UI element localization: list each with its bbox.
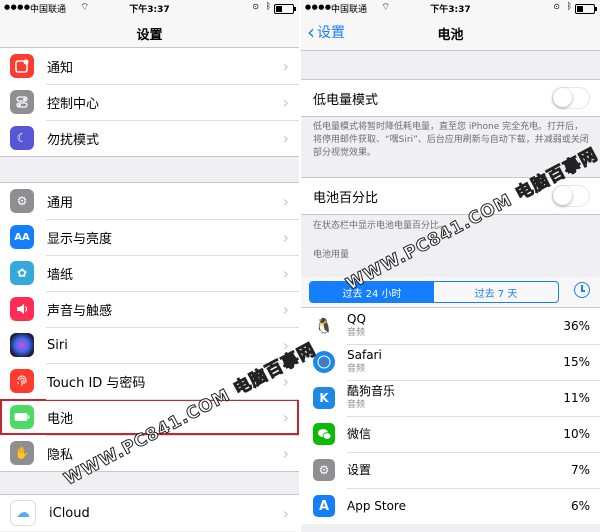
bluetooth-icon: ᛒ xyxy=(265,2,271,12)
settings-row-do-not-disturb[interactable]: ☾ 勿扰模式 › xyxy=(0,120,299,156)
app-store-icon: A xyxy=(313,495,335,517)
battery-status-icon xyxy=(575,4,597,14)
settings-screen: ●●●●○ 中国联通 ⌔ 下午3:37 ⊙ ᛒ 设置 通知 › 控制中心 › ☾… xyxy=(0,0,299,532)
gear-icon: ⚙ xyxy=(313,459,335,481)
moon-icon: ☾ xyxy=(10,126,34,150)
row-label: 控制中心 xyxy=(47,96,100,112)
chevron-right-icon: › xyxy=(282,503,289,523)
app-activity: 音频 xyxy=(347,364,366,374)
chevron-right-icon: › xyxy=(282,227,289,247)
app-name: 酷狗音乐 xyxy=(347,384,396,398)
settings-row-general[interactable]: ⚙ 通用 › xyxy=(0,183,299,219)
speaker-icon xyxy=(10,297,34,321)
clock-icon[interactable] xyxy=(574,282,590,298)
app-name-block: 酷狗音乐 音频 xyxy=(347,384,563,412)
app-percent: 10% xyxy=(563,427,590,441)
row-label: Siri xyxy=(47,337,68,353)
settings-row-wallpaper[interactable]: ✿ 墙纸 › xyxy=(0,255,299,291)
app-name: 微信 xyxy=(347,427,372,441)
battery-icon xyxy=(10,405,34,429)
settings-group-1: 通知 › 控制中心 › ☾ 勿扰模式 › xyxy=(0,47,299,157)
settings-row-control-center[interactable]: 控制中心 › xyxy=(0,84,299,120)
status-bar: ●●●●○ 中国联通 ⌔ 下午3:37 ⊙ ᛒ xyxy=(0,0,299,16)
low-power-mode-switch[interactable] xyxy=(552,87,590,109)
usage-row-kugou[interactable]: K 酷狗音乐 音频 11% xyxy=(301,380,600,416)
segment-last-7-days[interactable]: 过去 7 天 xyxy=(434,282,558,302)
app-name-block: QQ 音频 xyxy=(347,312,563,340)
app-name: QQ xyxy=(347,312,366,326)
settings-row-icloud[interactable]: ☁ iCloud › xyxy=(0,495,299,531)
app-percent: 15% xyxy=(563,355,590,369)
chevron-right-icon: › xyxy=(282,407,289,427)
wallpaper-icon: ✿ xyxy=(10,261,34,285)
chevron-right-icon: › xyxy=(282,263,289,283)
usage-row-app-store[interactable]: A App Store 6% xyxy=(301,488,600,524)
settings-row-siri[interactable]: Siri › xyxy=(0,327,299,363)
nav-bar: 设置 xyxy=(0,16,299,51)
battery-usage-header: 电池用量 xyxy=(313,250,350,260)
chevron-right-icon: › xyxy=(282,128,289,148)
nav-bar: ‹ 设置 电池 xyxy=(301,16,600,51)
bluetooth-icon: ᛒ xyxy=(566,2,572,12)
orientation-lock-icon: ⊙ xyxy=(553,2,560,11)
row-label: iCloud xyxy=(49,505,90,521)
kugou-k-icon: K xyxy=(313,387,335,409)
notifications-icon xyxy=(10,54,34,78)
chevron-right-icon: › xyxy=(282,92,289,112)
switch-knob xyxy=(553,88,572,107)
icloud-icon: ☁ xyxy=(10,500,36,526)
usage-row-safari[interactable]: Safari 音频 15% xyxy=(301,344,600,380)
settings-group-3: ☁ iCloud › xyxy=(0,494,299,531)
display-brightness-icon: AA xyxy=(10,225,34,249)
page-title: 设置 xyxy=(136,28,163,43)
usage-row-settings[interactable]: ⚙ 设置 7% xyxy=(301,452,600,488)
row-label: 勿扰模式 xyxy=(47,132,100,148)
low-power-mode-note: 低电量模式将暂时降低耗电量，直至您 iPhone 完全充电。打开后，将停用邮件获… xyxy=(313,122,589,158)
row-label: 墙纸 xyxy=(47,267,74,283)
control-center-icon xyxy=(10,90,34,114)
app-percent: 6% xyxy=(570,499,590,513)
row-label: 通知 xyxy=(47,60,74,76)
battery-screen: ●●●●○ 中国联通 ⌔ 下午3:37 ⊙ ᛒ ‹ 设置 电池 低电量模式 低电… xyxy=(301,0,600,532)
app-percent: 11% xyxy=(563,391,590,405)
low-power-mode-label: 低电量模式 xyxy=(313,92,379,108)
battery-percentage-switch[interactable] xyxy=(552,185,590,207)
wechat-icon xyxy=(313,423,335,445)
hand-icon: ✋ xyxy=(10,441,34,465)
row-label: 通用 xyxy=(47,195,74,211)
chevron-right-icon: › xyxy=(282,191,289,211)
settings-row-sounds[interactable]: 声音与触感 › xyxy=(0,291,299,327)
app-activity: 音频 xyxy=(347,400,366,410)
settings-row-display[interactable]: AA 显示与亮度 › xyxy=(0,219,299,255)
battery-usage-list: 🐧 QQ 音频 36% Safari 音频 15% K 酷狗音乐 音频 11% xyxy=(301,308,600,524)
app-name: 设置 xyxy=(347,463,372,477)
app-activity: 音频 xyxy=(347,328,366,338)
usage-row-wechat[interactable]: 微信 10% xyxy=(301,416,600,452)
siri-icon xyxy=(10,333,34,357)
app-name: App Store xyxy=(347,499,406,513)
settings-row-notifications[interactable]: 通知 › xyxy=(0,48,299,84)
gear-icon: ⚙ xyxy=(10,189,34,213)
chevron-right-icon: › xyxy=(282,299,289,319)
chevron-right-icon: › xyxy=(282,56,289,76)
segment-last-24-hours[interactable]: 过去 24 小时 xyxy=(310,282,434,302)
app-name-block: Safari 音频 xyxy=(347,348,563,376)
page-title: 电池 xyxy=(437,28,464,43)
status-bar: ●●●●○ 中国联通 ⌔ 下午3:37 ⊙ ᛒ xyxy=(301,0,600,16)
app-percent: 36% xyxy=(563,319,590,333)
row-label: 声音与触感 xyxy=(47,303,113,319)
fingerprint-icon xyxy=(10,369,34,393)
low-power-mode-row: 低电量模式 xyxy=(301,79,600,117)
switch-knob xyxy=(553,186,572,205)
row-label: 显示与亮度 xyxy=(47,231,113,247)
chevron-right-icon: › xyxy=(282,443,289,463)
app-percent: 7% xyxy=(570,463,590,477)
app-name: Safari xyxy=(347,348,382,362)
qq-penguin-icon: 🐧 xyxy=(313,315,335,337)
battery-status-icon xyxy=(274,4,296,14)
orientation-lock-icon: ⊙ xyxy=(252,2,259,11)
usage-row-qq[interactable]: 🐧 QQ 音频 36% xyxy=(301,308,600,344)
